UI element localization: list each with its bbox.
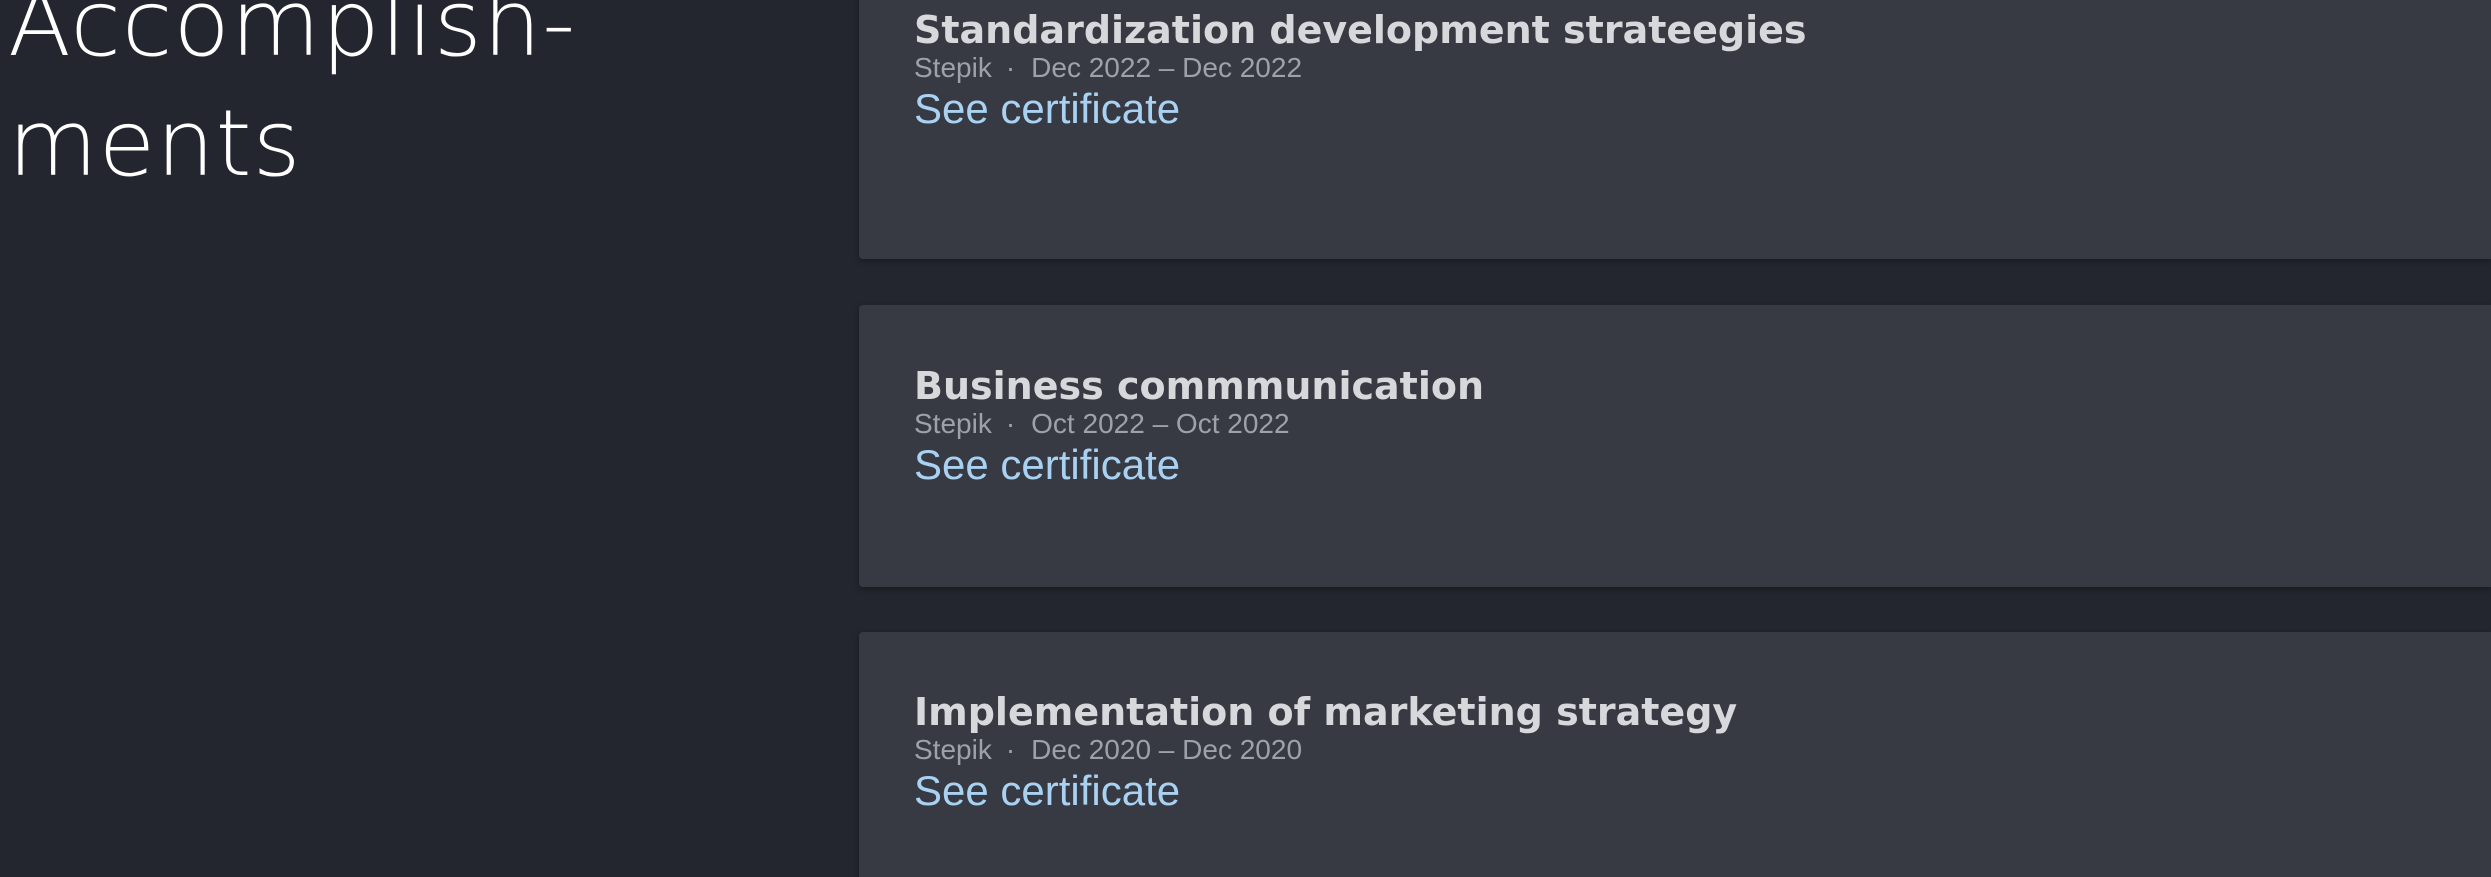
accomplishment-meta: Stepik · Oct 2022 – Oct 2022 bbox=[914, 408, 1290, 440]
accomplishment-meta: Stepik · Dec 2022 – Dec 2022 bbox=[914, 52, 1302, 84]
accomplishment-title: Implementation of marketing strategy bbox=[914, 690, 1738, 734]
accomplishment-card: Implementation of marketing strategy Ste… bbox=[859, 632, 2491, 877]
accomplishment-title: Standardization development strateegies bbox=[914, 8, 1807, 52]
see-certificate-link[interactable]: See certificate bbox=[914, 767, 1180, 815]
accomplishment-issuer: Stepik bbox=[914, 52, 992, 83]
see-certificate-link[interactable]: See certificate bbox=[914, 85, 1180, 133]
section-title-line-1: Accomplish- bbox=[8, 0, 577, 77]
accomplishment-period: Dec 2022 – Dec 2022 bbox=[1031, 52, 1303, 83]
section-title: Accomplish- ments bbox=[8, 0, 576, 204]
accomplishment-title: Business commmunication bbox=[914, 364, 1485, 408]
see-certificate-link[interactable]: See certificate bbox=[914, 441, 1180, 489]
accomplishment-issuer: Stepik bbox=[914, 734, 992, 765]
accomplishment-card: Business commmunication Stepik · Oct 2022 … bbox=[859, 305, 2491, 587]
accomplishment-issuer: Stepik bbox=[914, 408, 992, 439]
accomplishment-period: Dec 2020 – Dec 2020 bbox=[1031, 734, 1303, 765]
accomplishment-meta: Stepik · Dec 2020 – Dec 2020 bbox=[914, 734, 1302, 766]
accomplishment-period: Oct 2022 – Oct 2022 bbox=[1031, 408, 1290, 439]
meta-separator: · bbox=[1005, 408, 1016, 439]
section-title-line-2: ments bbox=[8, 90, 302, 197]
meta-separator: · bbox=[1005, 52, 1016, 83]
accomplishment-card: Standardization development strateegies … bbox=[859, 0, 2491, 259]
meta-separator: · bbox=[1005, 734, 1016, 765]
